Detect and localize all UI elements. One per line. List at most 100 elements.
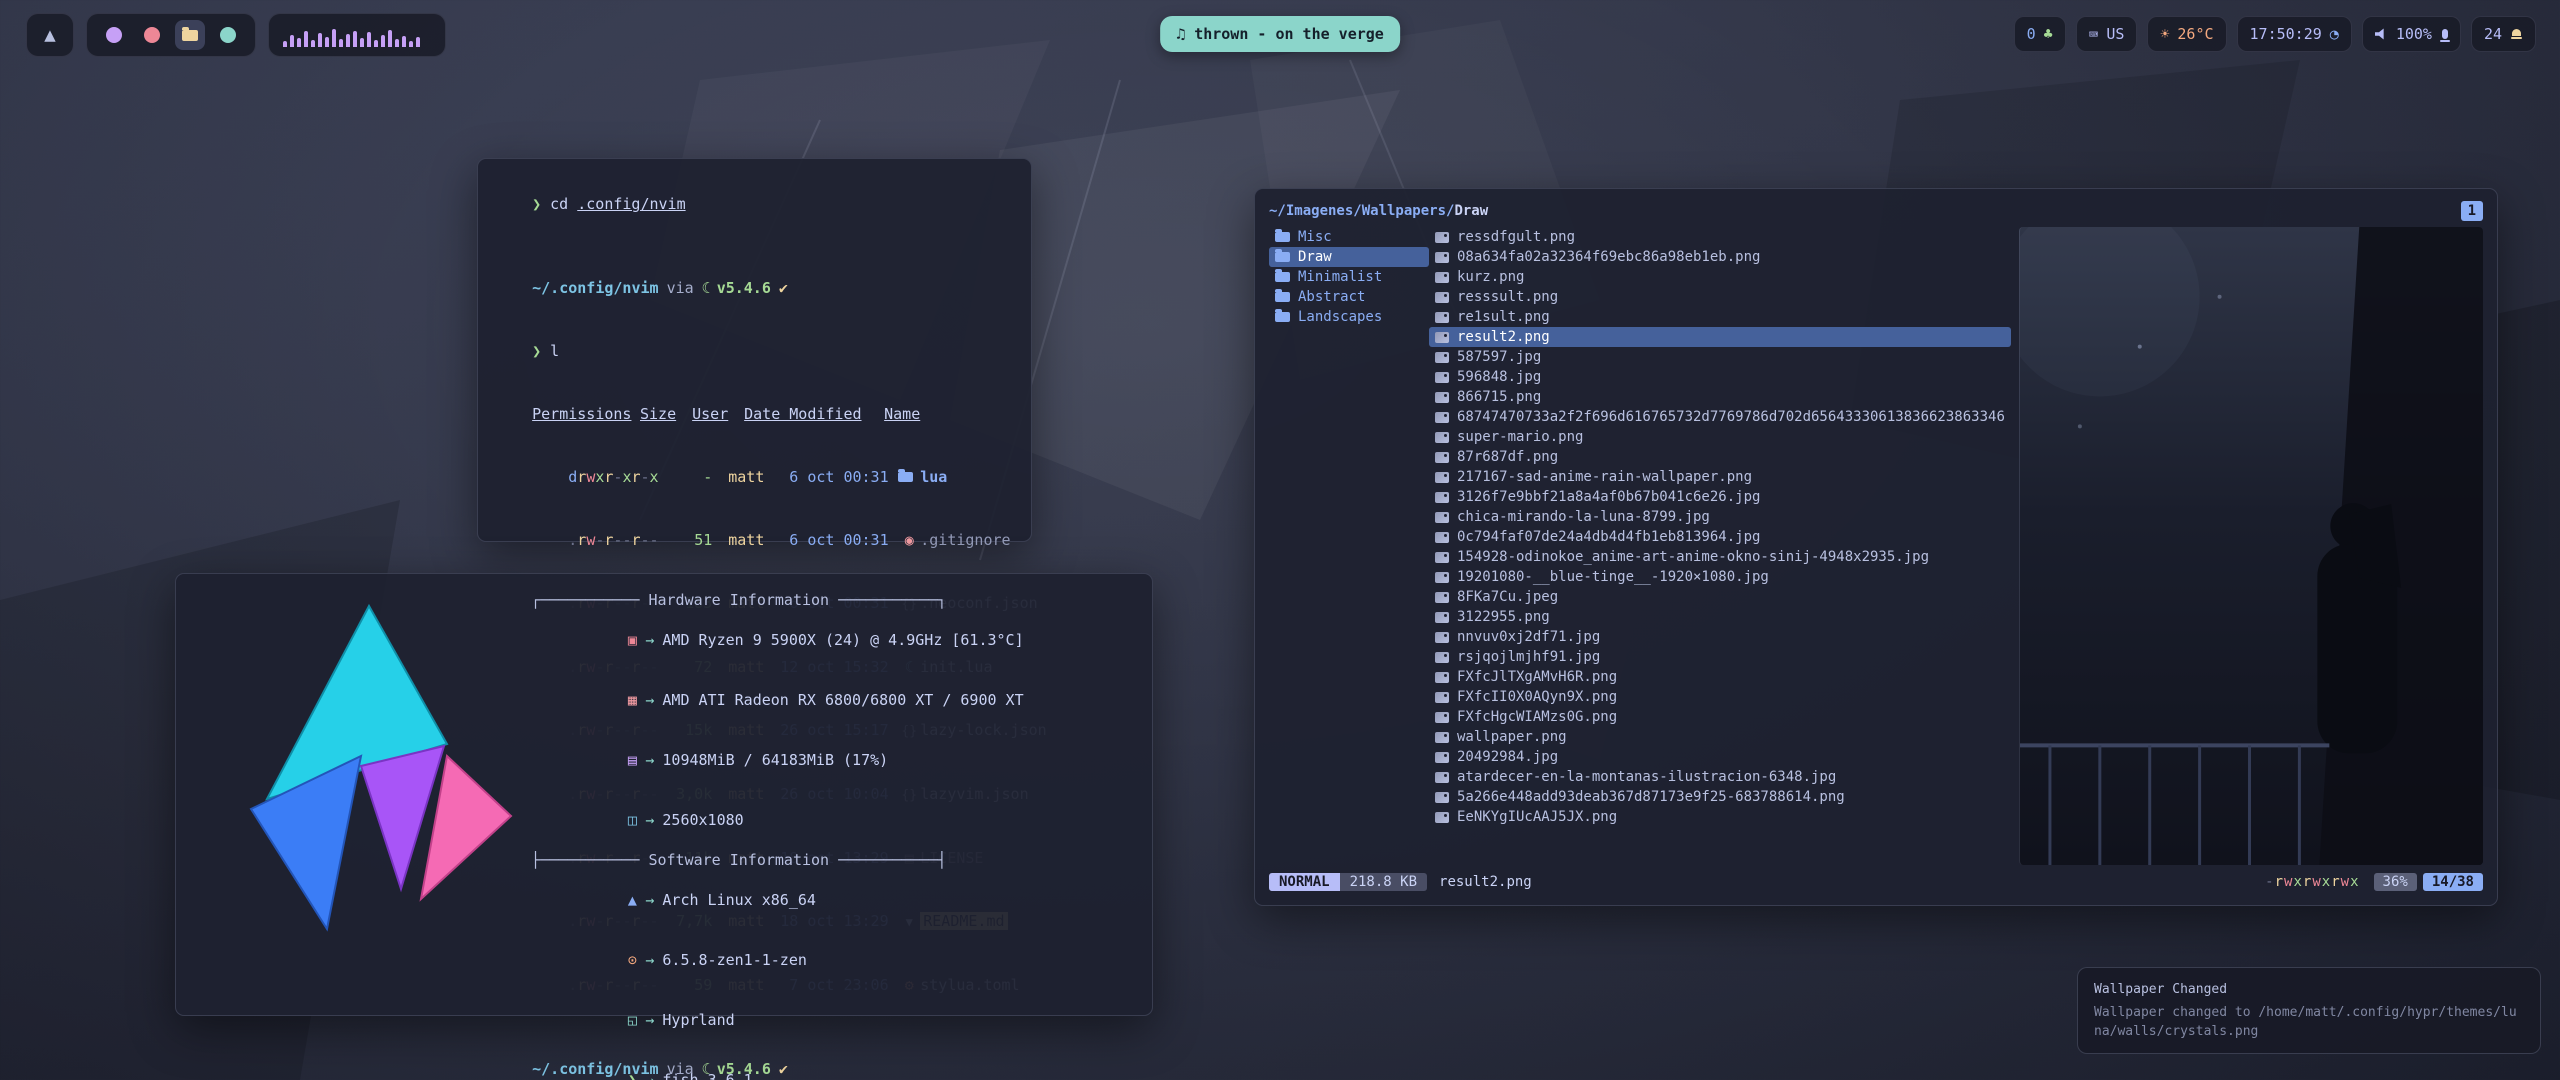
file-row[interactable]: FXfcHgcWIAMzs0G.png	[1429, 707, 2011, 727]
terminal-window[interactable]: ❯cd .config/nvim ~/.config/nvimviav5.4.6…	[477, 158, 1032, 542]
file-name: rsjqojlmjhf91.jpg	[1457, 647, 1600, 667]
file-row[interactable]: atardecer-en-la-montanas-ilustracion-634…	[1429, 767, 2011, 787]
arrow-icon: →	[645, 751, 654, 769]
file-row[interactable]: re1sult.png	[1429, 307, 2011, 327]
file-row[interactable]: super-mario.png	[1429, 427, 2011, 447]
image-file-icon	[1435, 792, 1449, 803]
folder-row[interactable]: Landscapes	[1269, 307, 1429, 327]
dock-app-button[interactable]	[213, 20, 243, 50]
folder-name: Landscapes	[1298, 307, 1382, 327]
command-text: l	[550, 342, 559, 360]
file-row[interactable]: chica-mirando-la-luna-8799.jpg	[1429, 507, 2011, 527]
visualizer-bar	[290, 35, 294, 47]
ls-file-row: drwxr-xr-x-matt 6 oct 00:31lua	[496, 446, 1013, 509]
fetch-window[interactable]: ┌─────────── Hardware Information ──────…	[175, 573, 1153, 1016]
image-file-icon	[1435, 692, 1449, 703]
file-row[interactable]: wallpaper.png	[1429, 727, 2011, 747]
image-file-icon	[1435, 812, 1449, 823]
fetch-info-line: ◫→2560x1080	[531, 790, 1132, 850]
file-row[interactable]: result2.png	[1429, 327, 2011, 347]
file-manager-window[interactable]: ~/Imagenes/Wallpapers/Draw 1 Misc Draw M…	[1254, 188, 2498, 906]
arrow-icon: →	[645, 1011, 654, 1029]
file-row[interactable]: 596848.jpg	[1429, 367, 2011, 387]
dock-app-button[interactable]	[175, 20, 205, 50]
image-file-icon	[1435, 412, 1449, 423]
image-file-icon	[1435, 352, 1449, 363]
folder-name: Draw	[1298, 247, 1332, 267]
file-row[interactable]: FXfcII0X0AQyn9X.png	[1429, 687, 2011, 707]
file-row[interactable]: 154928-odinokoe_anime-art-anime-okno-sin…	[1429, 547, 2011, 567]
folder-icon	[1275, 292, 1290, 302]
file-row[interactable]: 19201080-__blue-tinge__-1920×1080.jpg	[1429, 567, 2011, 587]
file-row[interactable]: resssult.png	[1429, 287, 2011, 307]
dock-app-button[interactable]	[99, 20, 129, 50]
image-file-icon	[1435, 512, 1449, 523]
clock-widget[interactable]: 17:50:29	[2237, 16, 2352, 52]
date-widget[interactable]: 24	[2471, 16, 2536, 52]
file-row[interactable]: FXfcJlTXgAMvH6R.png	[1429, 667, 2011, 687]
file-name: ressdfgult.png	[1457, 227, 1575, 247]
file-row[interactable]: 68747470733a2f2f696d616765732d7769786d70…	[1429, 407, 2011, 427]
file-row[interactable]: 587597.jpg	[1429, 347, 2011, 367]
arrow-icon: →	[645, 951, 654, 969]
launcher-button[interactable]	[26, 13, 74, 57]
file-name: 0c794faf07de24a4db4d4fb1eb813964.jpg	[1457, 527, 1760, 547]
folder-row[interactable]: Misc	[1269, 227, 1429, 247]
info-icon: ▤	[621, 750, 643, 770]
folder-row[interactable]: Minimalist	[1269, 267, 1429, 287]
file-row[interactable]: 866715.png	[1429, 387, 2011, 407]
file-row[interactable]: 3126f7e9bbf21a8a4af0b67b041c6e26.jpg	[1429, 487, 2011, 507]
file-name: atardecer-en-la-montanas-ilustracion-634…	[1457, 767, 1836, 787]
image-file-icon	[1435, 712, 1449, 723]
selected-file-name: result2.png	[1439, 874, 1532, 890]
parent-folder-list: Misc Draw Minimalist Abstract	[1269, 227, 1429, 865]
file-row[interactable]: 0c794faf07de24a4db4d4fb1eb813964.jpg	[1429, 527, 2011, 547]
info-icon: ▦	[621, 690, 643, 710]
file-row[interactable]: ressdfgult.png	[1429, 227, 2011, 247]
volume-widget[interactable]: 100%	[2362, 16, 2461, 52]
file-row[interactable]: 8FKa7Cu.jpeg	[1429, 587, 2011, 607]
file-name: 587597.jpg	[1457, 347, 1541, 367]
day-number: 24	[2484, 25, 2502, 43]
file-row[interactable]: 20492984.jpg	[1429, 747, 2011, 767]
file-row[interactable]: rsjqojlmjhf91.jpg	[1429, 647, 2011, 667]
permissions: drwxr-xr-x	[568, 467, 668, 488]
folder-row[interactable]: Draw	[1269, 247, 1429, 267]
filetype-icon	[898, 472, 913, 482]
file-name: 3126f7e9bbf21a8a4af0b67b041c6e26.jpg	[1457, 487, 1760, 507]
weather-widget[interactable]: 26°C	[2147, 16, 2226, 52]
file-row[interactable]: nnvuv0xj2df71.jpg	[1429, 627, 2011, 647]
file-name: nnvuv0xj2df71.jpg	[1457, 627, 1600, 647]
music-player-widget[interactable]: thrown - on the verge	[1160, 16, 1400, 52]
mode-badge: NORMAL	[1269, 873, 1340, 891]
command-arg: .config/nvim	[577, 195, 685, 213]
folder-name: Minimalist	[1298, 267, 1382, 287]
file-row[interactable]: 3122955.png	[1429, 607, 2011, 627]
file-name: 217167-sad-anime-rain-wallpaper.png	[1457, 467, 1752, 487]
file-row[interactable]: 217167-sad-anime-rain-wallpaper.png	[1429, 467, 2011, 487]
image-file-icon	[1435, 552, 1449, 563]
keyboard-layout-widget[interactable]: US	[2076, 16, 2138, 52]
arrow-icon: →	[645, 691, 654, 709]
dock-app-button[interactable]	[137, 20, 167, 50]
file-owner: matt	[728, 467, 772, 488]
image-file-icon	[1435, 652, 1449, 663]
arrow-icon: →	[645, 811, 654, 829]
file-size: -	[668, 467, 712, 488]
file-row[interactable]: kurz.png	[1429, 267, 2011, 287]
scroll-percent-badge: 36%	[2374, 873, 2417, 891]
file-row[interactable]: 5a266e448add93deab367d87173e9f25-6837886…	[1429, 787, 2011, 807]
image-file-icon	[1435, 372, 1449, 383]
file-row[interactable]: EeNKYgIUcAAJ5JX.png	[1429, 807, 2011, 827]
folder-icon	[1275, 312, 1290, 322]
image-file-icon	[1435, 392, 1449, 403]
file-row[interactable]: 87r687df.png	[1429, 447, 2011, 467]
image-file-icon	[1435, 532, 1449, 543]
audio-visualizer[interactable]	[268, 13, 446, 57]
folder-row[interactable]: Abstract	[1269, 287, 1429, 307]
tab-badge[interactable]: 1	[2461, 201, 2483, 221]
notification-popup[interactable]: Wallpaper Changed Wallpaper changed to /…	[2077, 967, 2541, 1054]
updates-widget[interactable]: 0	[2014, 16, 2066, 52]
file-name: 866715.png	[1457, 387, 1541, 407]
file-row[interactable]: 08a634fa02a32364f69ebc86a98eb1eb.png	[1429, 247, 2011, 267]
